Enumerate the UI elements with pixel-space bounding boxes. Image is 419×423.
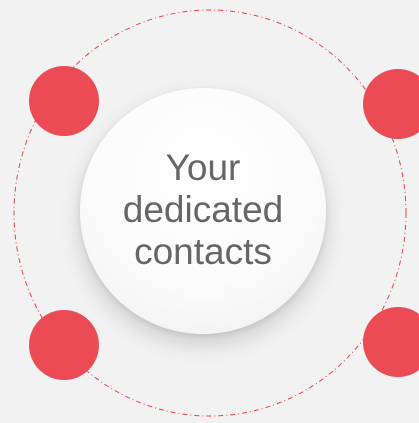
contact-node-bottom-left [29, 310, 99, 380]
contact-node-top-left [29, 66, 99, 136]
center-circle: Your dedicated contacts [80, 88, 326, 334]
contacts-diagram: Your dedicated contacts [0, 0, 419, 423]
center-label: Your dedicated contacts [122, 147, 284, 272]
